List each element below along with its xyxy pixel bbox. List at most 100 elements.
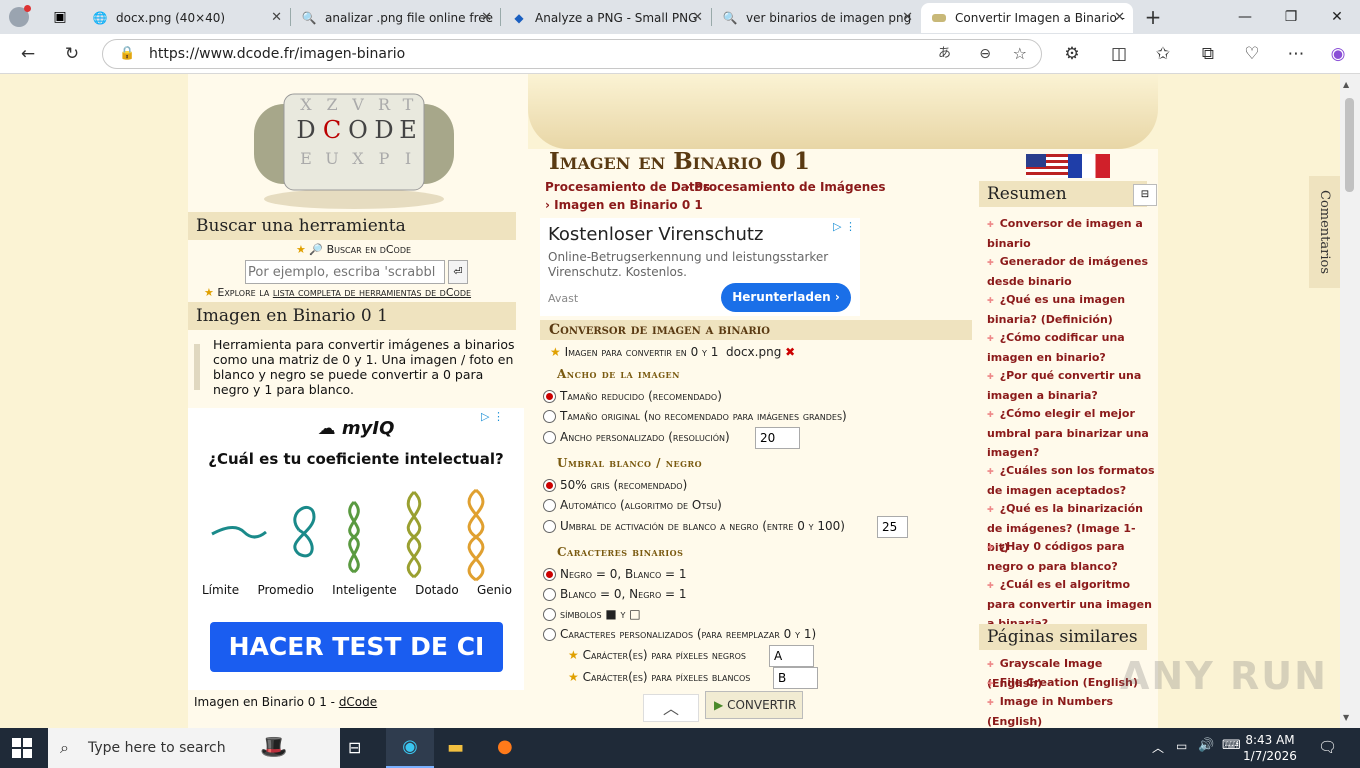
close-icon[interactable]: ✕: [902, 10, 913, 25]
windows-start-icon[interactable]: [12, 738, 32, 758]
iq-test-button[interactable]: HACER TEST DE CI: [210, 622, 503, 672]
search-dcode-link[interactable]: ★ 🔎 Buscar en dCode: [296, 243, 411, 256]
radio-button[interactable]: [543, 409, 556, 423]
chars-option-black0[interactable]: Negro = 0, Blanco = 1: [543, 565, 687, 583]
tab-dcode-active[interactable]: Convertir Imagen a Binario - ✕: [921, 3, 1133, 33]
footer-dcode-link[interactable]: dCode: [339, 695, 377, 709]
favorites-icon[interactable]: ✩: [1151, 42, 1175, 66]
volume-icon[interactable]: 🔊: [1198, 738, 1214, 753]
breadcrumb-item[interactable]: › Procesamiento de Imágenes: [685, 180, 886, 194]
explore-full-list-link[interactable]: lista completa de herramientas de dCode: [273, 286, 471, 299]
page-scrollbar[interactable]: ▲ ▼: [1340, 74, 1360, 728]
radio-button[interactable]: [543, 498, 556, 512]
adchoices-icon[interactable]: ▷ ⋮: [833, 220, 856, 233]
back-icon[interactable]: ←: [16, 42, 40, 66]
width-input[interactable]: 20: [755, 427, 800, 449]
clock[interactable]: 8:43 AM 1/7/2026: [1238, 732, 1302, 764]
threshold-option-otsu[interactable]: Automático (algoritmo de Otsu): [543, 496, 722, 514]
search-submit-button[interactable]: ⏎: [448, 260, 468, 284]
taskbar-search-box[interactable]: ⌕ Type here to search 🎩: [48, 728, 340, 768]
summary-link[interactable]: ¿Hay 0 códigos para negro o para blanco?: [987, 537, 1157, 576]
width-option-custom[interactable]: Ancho personalizado (resolución): [543, 428, 730, 446]
close-icon[interactable]: ✕: [692, 10, 703, 25]
close-icon[interactable]: ✕: [271, 10, 282, 25]
notifications-icon[interactable]: 🗨: [1318, 738, 1337, 756]
chars-option-custom[interactable]: Caracteres personalizados (para reemplaz…: [543, 625, 816, 643]
minimize-icon[interactable]: —: [1222, 0, 1268, 34]
chars-option-symbols[interactable]: símbolos ■ y □: [543, 605, 641, 623]
comments-tab[interactable]: Comentarios: [1309, 176, 1340, 288]
width-option-reduced[interactable]: Tamaño reducido (recomendado): [543, 387, 722, 405]
dcode-logo[interactable]: DCODE XZVRT EUXPI: [224, 74, 484, 214]
svg-text:X: X: [352, 149, 364, 168]
svg-text:T: T: [403, 95, 414, 114]
download-button[interactable]: Herunterladen ›: [721, 283, 851, 312]
network-icon[interactable]: ▭: [1176, 739, 1187, 753]
page-content: DCODE XZVRT EUXPI Buscar una herramienta…: [0, 74, 1340, 728]
search-input[interactable]: [245, 260, 445, 284]
black-char-input[interactable]: A: [769, 645, 814, 667]
radio-button[interactable]: [543, 519, 556, 533]
collapse-icon[interactable]: ⊟: [1133, 184, 1157, 206]
tab-actions-icon[interactable]: ▣: [38, 0, 82, 34]
summary-link[interactable]: Generador de imágenes desde binario: [987, 252, 1157, 291]
radio-button[interactable]: [543, 567, 556, 581]
threshold-input[interactable]: 25: [877, 516, 908, 538]
new-tab-icon[interactable]: +: [1133, 0, 1173, 34]
tab-smallpng[interactable]: ◆ Analyze a PNG - Small PNG ✕: [501, 3, 711, 33]
close-window-icon[interactable]: ✕: [1314, 0, 1360, 34]
radio-button[interactable]: [543, 478, 556, 492]
french-flag-icon[interactable]: [1068, 154, 1110, 178]
white-char-input[interactable]: B: [773, 667, 818, 689]
radio-button[interactable]: [543, 389, 556, 403]
tray-chevron-icon[interactable]: ︿: [1152, 739, 1164, 756]
summary-link[interactable]: Conversor de imagen a binario: [987, 214, 1157, 253]
summary-link[interactable]: ¿Cuáles son los formatos de imagen acept…: [987, 461, 1157, 500]
summary-link[interactable]: ¿Qué es una imagen binaria? (Definición): [987, 290, 1157, 329]
file-explorer-icon[interactable]: ▬: [447, 737, 464, 758]
threshold-option-50[interactable]: 50% gris (recomendado): [543, 476, 687, 494]
url-input[interactable]: 🔒 https://www.dcode.fr/imagen-binario あ …: [102, 39, 1042, 69]
settings-more-icon[interactable]: ⋯: [1284, 42, 1308, 66]
footer-text: Imagen en Binario 0 1 -: [194, 695, 335, 709]
radio-button[interactable]: [543, 587, 556, 601]
performance-icon[interactable]: ♡: [1240, 42, 1264, 66]
radio-button[interactable]: [543, 627, 556, 641]
radio-button[interactable]: [543, 607, 556, 621]
radio-button[interactable]: [543, 430, 556, 444]
edge-taskbar-icon[interactable]: ◉: [386, 728, 434, 768]
remove-file-icon[interactable]: ✖: [785, 345, 795, 359]
option-label: Blanco = 0, Negro = 1: [560, 587, 687, 601]
threshold-option-custom[interactable]: Umbral de activación de blanco a negro (…: [543, 517, 845, 535]
convert-button[interactable]: ▶ CONVERTIR: [705, 691, 803, 719]
address-bar: ← ↻ 🔒 https://www.dcode.fr/imagen-binari…: [0, 34, 1360, 74]
firefox-icon[interactable]: ●: [497, 736, 513, 757]
tab-analizar[interactable]: 🔍 analizar .png file online free ✕: [291, 3, 500, 33]
summary-link[interactable]: ¿Cómo codificar una imagen en binario?: [987, 328, 1157, 367]
split-screen-icon[interactable]: ◫: [1107, 42, 1131, 66]
extensions-icon[interactable]: ⚙: [1060, 42, 1084, 66]
antivirus-ad[interactable]: ▷ ⋮ Kostenloser Virenschutz Online-Betru…: [540, 218, 860, 316]
copilot-icon[interactable]: ◉: [1326, 42, 1350, 66]
close-icon[interactable]: ✕: [481, 10, 492, 25]
more-tools-icon[interactable]: ⊖: [979, 40, 991, 68]
restore-icon[interactable]: ❐: [1268, 0, 1314, 34]
breadcrumb-item[interactable]: › Imagen en Binario 0 1: [545, 198, 703, 212]
read-aloud-icon[interactable]: あ: [938, 40, 951, 68]
chars-option-white0[interactable]: Blanco = 0, Negro = 1: [543, 585, 687, 603]
close-icon[interactable]: ✕: [1114, 10, 1125, 25]
tab-docx[interactable]: 🌐 docx.png (40×40) ✕: [82, 3, 290, 33]
collections-icon[interactable]: ⧉: [1196, 42, 1220, 66]
task-view-icon[interactable]: ⊟: [348, 738, 361, 757]
tab-binarios[interactable]: 🔍 ver binarios de imagen png ✕: [712, 3, 921, 33]
reload-icon[interactable]: ↻: [60, 42, 84, 66]
summary-link[interactable]: ¿Cómo elegir el mejor umbral para binari…: [987, 404, 1157, 462]
scroll-top-button[interactable]: ︿: [643, 694, 699, 722]
english-flag-icon[interactable]: [1026, 154, 1068, 178]
scrollbar-thumb[interactable]: [1345, 98, 1354, 192]
iq-ad[interactable]: ▷ ⋮ ☁ myIQ ¿Cuál es tu coeficiente intel…: [188, 408, 524, 690]
width-option-original[interactable]: Tamaño original (no recomendado para imá…: [543, 407, 847, 425]
profile-avatar-icon[interactable]: [0, 0, 38, 34]
summary-link[interactable]: ¿Por qué convertir una imagen a binaria?: [987, 366, 1157, 405]
favorite-star-icon[interactable]: ☆: [1013, 40, 1027, 68]
